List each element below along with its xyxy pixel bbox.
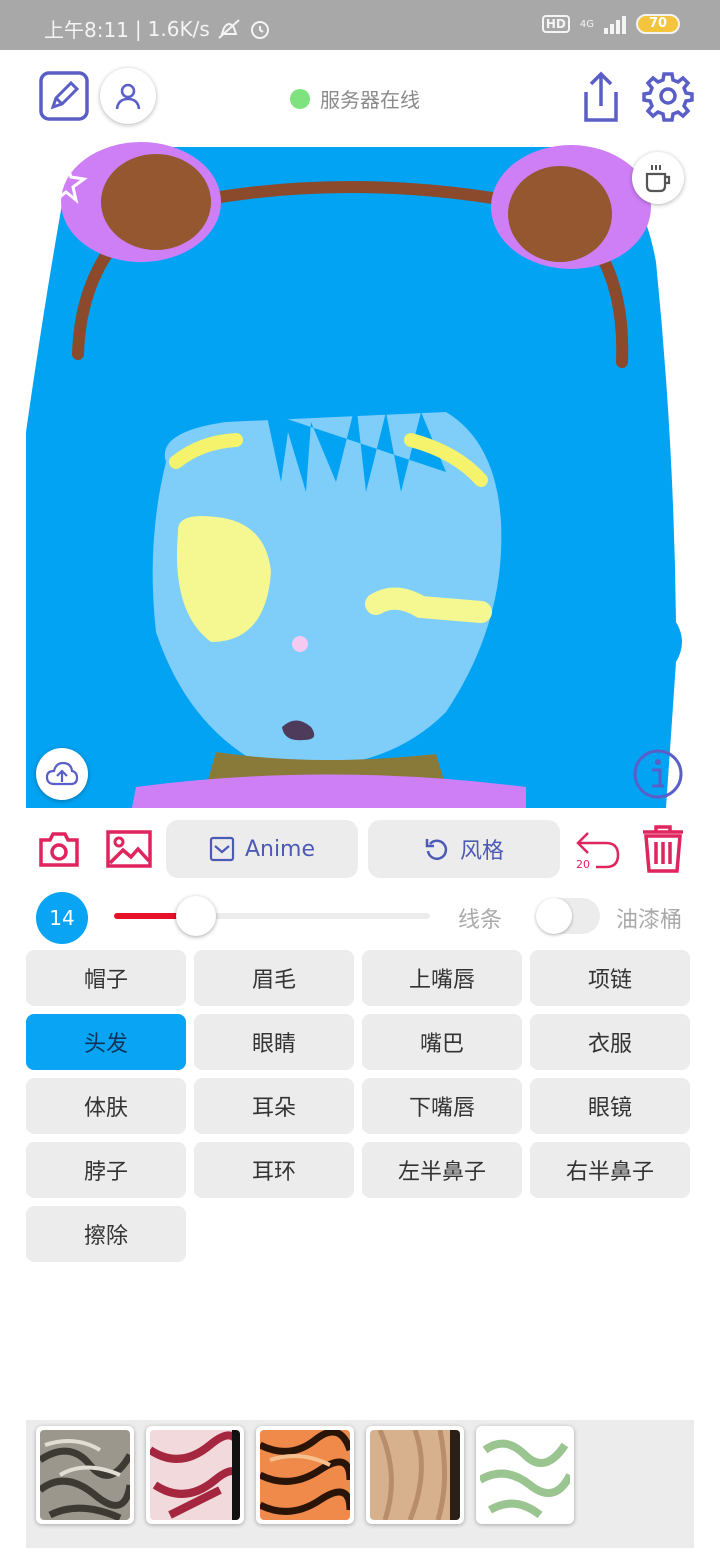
battery-indicator: 70 (636, 14, 680, 34)
share-button[interactable] (578, 70, 624, 124)
alarm-icon (250, 20, 269, 39)
top-bar: 服务器在线 (0, 50, 720, 142)
gear-icon (642, 72, 694, 122)
part-label: 耳环 (251, 1160, 296, 1185)
part-label: 体肤 (83, 1096, 128, 1121)
share-icon (584, 71, 618, 122)
slider-thumb[interactable] (176, 896, 217, 936)
part-button[interactable]: 擦除 (26, 1206, 186, 1262)
part-label: 帽子 (83, 968, 128, 993)
cup-icon (645, 165, 671, 193)
part-label: 脖子 (83, 1160, 128, 1185)
server-status-label: 服务器在线 (320, 88, 420, 112)
part-button[interactable]: 左半鼻子 (362, 1142, 522, 1198)
part-label: 眼镜 (587, 1096, 632, 1121)
delete-button[interactable] (640, 824, 686, 874)
part-label: 头发 (83, 1032, 128, 1057)
info-button[interactable] (632, 748, 684, 800)
part-label: 右半鼻子 (565, 1160, 654, 1185)
status-time: 上午8:11 (44, 18, 129, 42)
part-button[interactable]: 眉毛 (194, 950, 354, 1006)
part-button[interactable]: 上嘴唇 (362, 950, 522, 1006)
status-right: HD 4G 70 (541, 14, 680, 34)
edit-icon (39, 71, 89, 121)
part-button[interactable]: 脖子 (26, 1142, 186, 1198)
server-status: 服务器在线 (290, 84, 420, 113)
style-button[interactable]: 风格 (368, 820, 560, 878)
brush-size-badge: 14 (36, 892, 88, 944)
part-button[interactable]: 衣服 (530, 1014, 690, 1070)
part-label: 项链 (587, 968, 632, 993)
tool-row: Anime 风格 20 (0, 818, 720, 880)
signal-icon (604, 14, 626, 34)
texture-green[interactable] (476, 1426, 574, 1524)
part-label: 眉毛 (251, 968, 296, 993)
checkbox-icon (209, 836, 235, 862)
part-button[interactable]: 头发 (26, 1014, 186, 1070)
edit-button[interactable] (38, 70, 90, 122)
anime-button[interactable]: Anime (166, 820, 358, 878)
part-button[interactable]: 右半鼻子 (530, 1142, 690, 1198)
part-label: 眼睛 (251, 1032, 296, 1057)
info-icon (633, 749, 683, 799)
texture-orange[interactable] (256, 1426, 354, 1524)
camera-icon (39, 832, 79, 867)
part-button[interactable]: 耳环 (194, 1142, 354, 1198)
status-left: 上午8:11 | 1.6K/s (44, 14, 272, 43)
part-button[interactable]: 眼镜 (530, 1078, 690, 1134)
part-label: 擦除 (83, 1224, 128, 1249)
status-bar: 上午8:11 | 1.6K/s HD 4G 70 (0, 0, 720, 50)
cloud-upload-icon (45, 761, 79, 786)
drawing-artwork (26, 142, 682, 808)
style-label: 风格 (459, 839, 504, 864)
part-button[interactable]: 下嘴唇 (362, 1078, 522, 1134)
bucket-label: 油漆桶 (616, 908, 683, 933)
part-button[interactable]: 嘴巴 (362, 1014, 522, 1070)
undo-button[interactable]: 20 (574, 824, 622, 874)
toggle-knob (536, 898, 572, 934)
texture-red[interactable] (146, 1426, 244, 1524)
brush-row: 14 线条 油漆桶 (0, 888, 720, 944)
status-divider: | (134, 16, 142, 41)
part-button[interactable]: 耳朵 (194, 1078, 354, 1134)
mute-icon (218, 18, 240, 39)
user-button[interactable] (100, 68, 156, 124)
part-button[interactable]: 帽子 (26, 950, 186, 1006)
trash-icon (643, 825, 683, 873)
part-label: 上嘴唇 (408, 968, 475, 993)
network-type: 4G (579, 18, 594, 30)
refresh-icon (425, 839, 448, 860)
part-label: 衣服 (587, 1032, 632, 1057)
tea-button[interactable] (632, 152, 684, 204)
camera-button[interactable] (38, 828, 80, 870)
texture-gray[interactable] (36, 1426, 134, 1524)
undo-count: 20 (576, 858, 590, 871)
image-icon (106, 830, 152, 868)
texture-strip (26, 1420, 694, 1548)
brush-size-slider[interactable] (114, 896, 430, 936)
part-button[interactable]: 眼睛 (194, 1014, 354, 1070)
gallery-button[interactable] (106, 828, 152, 870)
part-button[interactable]: 项链 (530, 950, 690, 1006)
part-label: 左半鼻子 (397, 1160, 486, 1185)
part-label: 耳朵 (251, 1096, 296, 1121)
online-dot-icon (290, 88, 310, 109)
part-button[interactable]: 体肤 (26, 1078, 186, 1134)
status-net-speed: 1.6K/s (147, 16, 210, 41)
bucket-toggle[interactable] (536, 898, 600, 934)
line-label: 线条 (458, 908, 503, 933)
user-icon (115, 83, 141, 110)
texture-beige[interactable] (366, 1426, 464, 1524)
part-label: 下嘴唇 (408, 1096, 475, 1121)
anime-label: Anime (244, 836, 316, 862)
parts-grid: 帽子 眉毛 上嘴唇 项链头发 眼睛 嘴巴 衣服体肤 耳朵 下嘴唇 眼镜脖子 耳环 左半鼻子 右半鼻子擦除 (26, 950, 694, 1262)
settings-button[interactable] (642, 70, 694, 122)
hd-badge: HD (541, 15, 570, 33)
drawing-canvas[interactable] (26, 142, 694, 808)
part-label: 嘴巴 (419, 1032, 464, 1057)
upload-button[interactable] (36, 748, 88, 800)
